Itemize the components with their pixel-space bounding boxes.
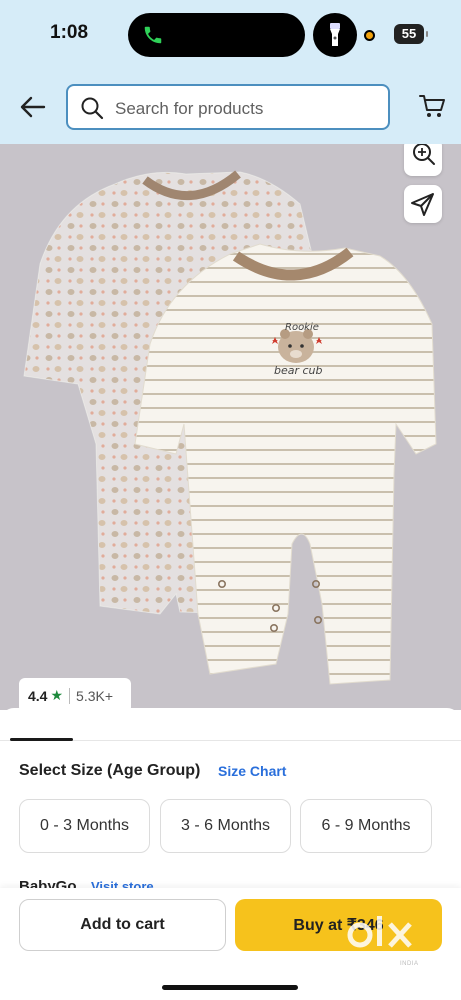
search-input[interactable]: Search for products [66, 84, 390, 130]
cart-icon[interactable] [418, 92, 446, 120]
battery-indicator: 55 [394, 24, 428, 44]
product-photo-illustration: Rookie bear cub [23, 170, 437, 685]
back-arrow-icon[interactable] [18, 92, 48, 122]
graphic-text-bear-cub: bear cub [274, 364, 323, 377]
rating-badge[interactable]: 4.4 ★ 5.3K+ [19, 678, 131, 710]
similar-products-button[interactable] [404, 144, 442, 176]
product-image[interactable]: Rookie bear cub 4.4 ★ 5.3K+ [0, 144, 461, 710]
star-icon: ★ [50, 687, 64, 703]
phone-call-icon [144, 26, 162, 44]
similar-search-icon [413, 144, 435, 165]
home-indicator[interactable] [162, 985, 298, 990]
rating-value: 4.4 [28, 687, 48, 704]
watermark-subtext: INDIA [400, 961, 419, 967]
app-header: Search for products [0, 70, 461, 144]
add-to-cart-button[interactable]: Add to cart [19, 899, 226, 951]
privacy-dot [364, 30, 375, 41]
search-placeholder: Search for products [115, 99, 264, 118]
size-option-0-3-months[interactable]: 0 - 3 Months [19, 799, 150, 853]
graphic-text-rookie: Rookie [285, 322, 319, 333]
size-chart-link[interactable]: Size Chart [218, 763, 286, 779]
share-icon [411, 193, 434, 216]
size-option-6-9-months[interactable]: 6 - 9 Months [300, 799, 432, 853]
status-time: 1:08 [50, 22, 89, 43]
search-icon [81, 97, 104, 120]
dynamic-island [128, 13, 305, 57]
flashlight-icon [330, 23, 340, 46]
flashlight-indicator [313, 13, 357, 57]
rating-divider [69, 687, 71, 704]
size-section-title: Select Size (Age Group) [19, 762, 201, 779]
rating-count: 5.3K+ [76, 687, 114, 704]
tab-indicator[interactable] [10, 738, 73, 741]
size-option-3-6-months[interactable]: 3 - 6 Months [160, 799, 291, 853]
status-bar: 1:08 55 [0, 0, 461, 70]
share-button[interactable] [404, 185, 442, 223]
olx-watermark-logo [347, 916, 412, 948]
